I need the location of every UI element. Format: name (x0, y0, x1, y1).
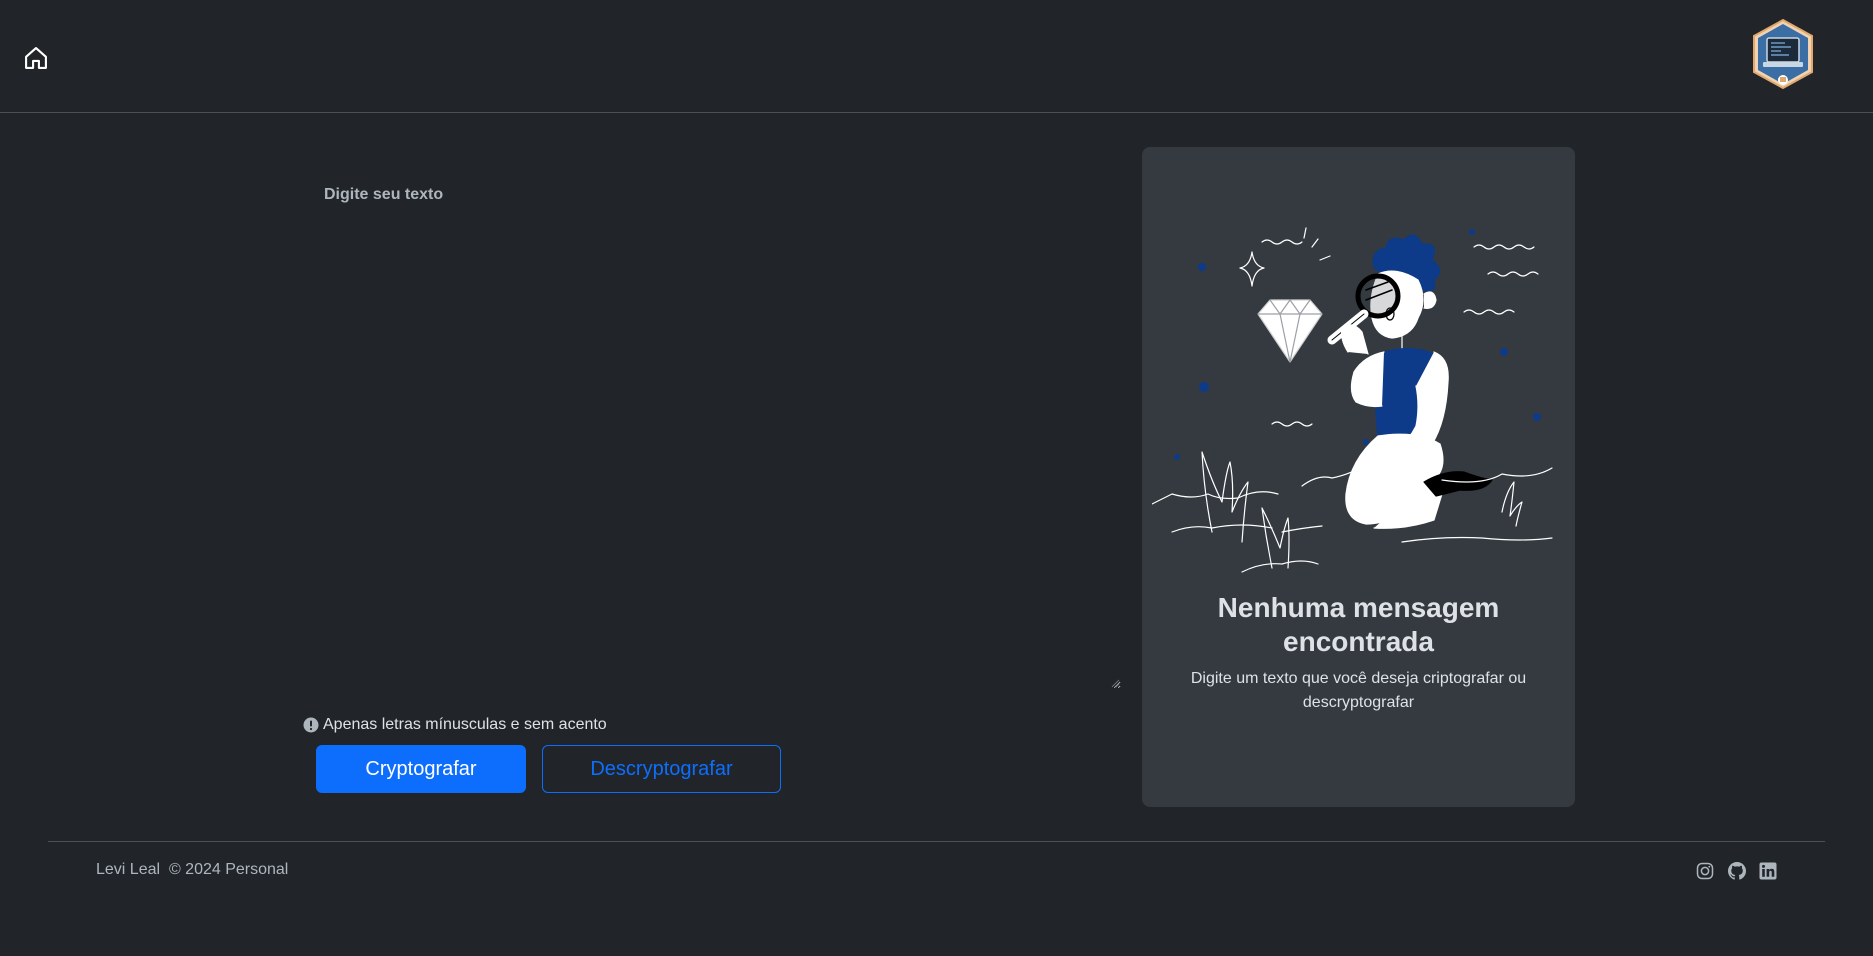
footer-credits: Levi Leal © 2024 Personal (96, 861, 288, 879)
footer-divider (48, 841, 1825, 842)
empty-state-subtitle: Digite um texto que você deseja criptogr… (1190, 670, 1527, 711)
house-icon[interactable] (22, 44, 50, 72)
input-label: Digite seu texto (324, 186, 444, 203)
hint-text: Apenas letras mínusculas e sem acento (323, 716, 607, 733)
output-card: Nenhuma mensagem encontrada Digite um te… (1142, 147, 1575, 807)
input-hint: Apenas letras mínusculas e sem acento (303, 716, 607, 734)
navbar (0, 0, 1873, 113)
resize-grip-icon[interactable] (1110, 678, 1120, 688)
decrypt-button[interactable]: Descryptografar (542, 745, 781, 793)
developer-logo-icon[interactable] (1750, 18, 1816, 92)
message-input[interactable] (316, 215, 1121, 689)
empty-state-title: Nenhuma mensagem encontrada (1217, 592, 1500, 657)
linkedin-icon[interactable] (1759, 862, 1777, 880)
footer-copyright: © 2024 Personal (168, 861, 289, 878)
person-with-magnifying-glass-illustration (1152, 227, 1553, 573)
instagram-icon[interactable] (1696, 862, 1714, 880)
footer-author: Levi Leal (96, 861, 161, 878)
info-circle-icon (303, 717, 319, 733)
encrypt-button[interactable]: Cryptografar (316, 745, 526, 793)
github-icon[interactable] (1728, 862, 1746, 880)
